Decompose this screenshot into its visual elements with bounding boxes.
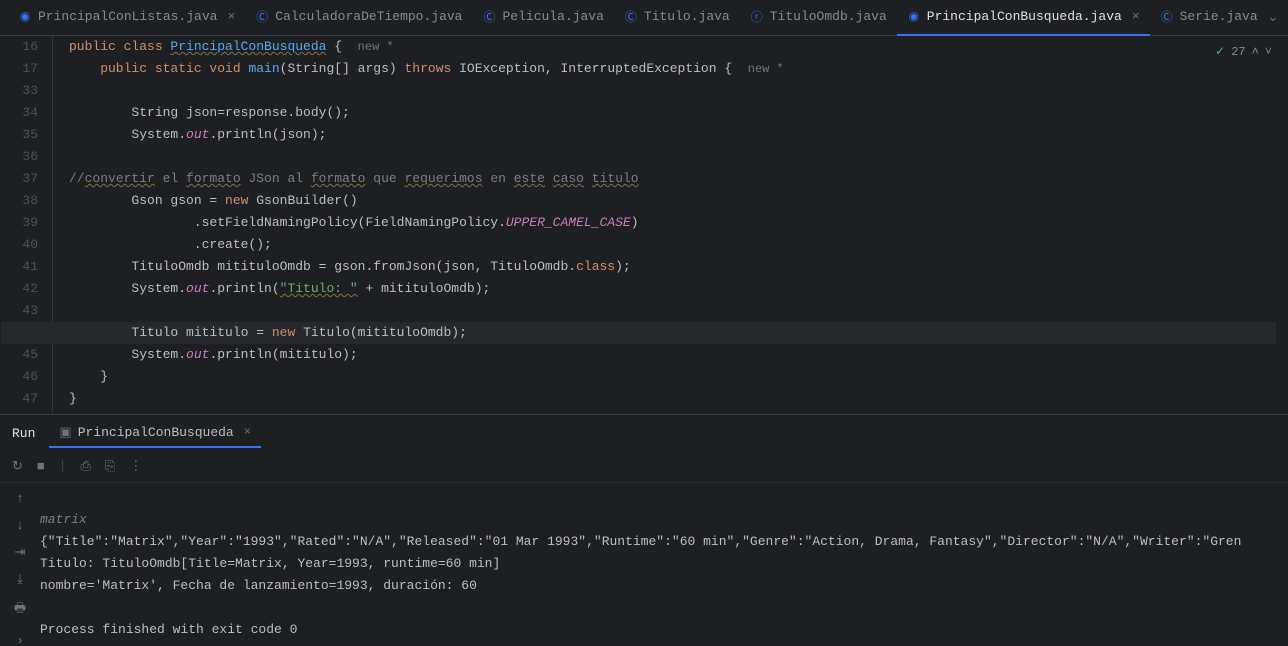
error-stripe[interactable] bbox=[1276, 36, 1288, 414]
run-header: Run ▣ PrincipalConBusqueda × bbox=[0, 415, 1288, 451]
run-config-tab[interactable]: ▣ PrincipalConBusqueda × bbox=[49, 419, 261, 448]
tabs-overflow: ⌄ ⋮ bbox=[1268, 10, 1288, 25]
code-editor[interactable]: ✓ 27 ˄ ˅ 16 17 33 34 35 36 37 38 39 40 4… bbox=[0, 36, 1288, 414]
java-run-icon: ◉ bbox=[18, 9, 32, 24]
close-icon[interactable]: × bbox=[227, 9, 235, 24]
class-icon: Ⓒ bbox=[255, 8, 269, 25]
next-icon[interactable]: ˅ bbox=[1265, 45, 1272, 59]
console-side-toolbar: ↑ ↓ ⇥ ⤓ 🖶 › bbox=[0, 483, 40, 646]
tab-principalconlistas[interactable]: ◉ PrincipalConListas.java × bbox=[8, 0, 245, 36]
rerun-icon[interactable]: ↻ bbox=[12, 459, 23, 474]
tab-titulo[interactable]: Ⓒ Titulo.java bbox=[614, 0, 740, 36]
soft-wrap-icon[interactable]: ⇥ bbox=[15, 545, 26, 560]
down-icon[interactable]: ↓ bbox=[16, 518, 24, 533]
tab-pelicula[interactable]: Ⓒ Pelicula.java bbox=[472, 0, 613, 36]
run-title: Run bbox=[12, 426, 35, 441]
tab-serie[interactable]: Ⓒ Serie.java bbox=[1150, 0, 1268, 36]
chevron-down-icon[interactable]: ⌄ bbox=[1268, 10, 1279, 25]
class-icon: Ⓒ bbox=[624, 8, 638, 25]
console-output[interactable]: matrix {"Title":"Matrix","Year":"1993","… bbox=[40, 483, 1288, 646]
chevron-right-icon[interactable]: › bbox=[16, 633, 24, 646]
tab-label: PrincipalConListas.java bbox=[38, 9, 217, 24]
tab-principalconbusqueda[interactable]: ◉ PrincipalConBusqueda.java × bbox=[897, 0, 1150, 36]
inspection-status[interactable]: ✓ 27 ˄ ˅ bbox=[1211, 42, 1276, 61]
tab-label: TituloOmdb.java bbox=[770, 9, 887, 24]
app-icon: ▣ bbox=[59, 425, 71, 440]
more-icon[interactable]: ⋮ bbox=[129, 459, 142, 474]
class-icon: Ⓒ bbox=[482, 8, 496, 25]
tab-calculadoradetiempo[interactable]: Ⓒ CalculadoraDeTiempo.java bbox=[245, 0, 472, 36]
problems-count: 27 bbox=[1231, 45, 1245, 59]
close-icon[interactable]: × bbox=[1132, 9, 1140, 24]
up-icon[interactable]: ↑ bbox=[16, 491, 24, 506]
java-run-icon: ◉ bbox=[907, 9, 921, 24]
run-config-name: PrincipalConBusqueda bbox=[78, 425, 234, 440]
class-icon: Ⓒ bbox=[1160, 8, 1174, 25]
tab-label: Titulo.java bbox=[644, 9, 730, 24]
editor-tabs: ◉ PrincipalConListas.java × Ⓒ Calculador… bbox=[0, 0, 1288, 36]
code-text[interactable]: public class PrincipalConBusqueda { new … bbox=[52, 36, 1288, 414]
tab-label: Serie.java bbox=[1180, 9, 1258, 24]
prev-icon[interactable]: ˄ bbox=[1252, 45, 1259, 59]
line-gutter: 16 17 33 34 35 36 37 38 39 40 41 42 43 4… bbox=[0, 36, 52, 414]
record-icon: ⓡ bbox=[750, 8, 764, 25]
print-icon[interactable]: 🖶 bbox=[14, 599, 26, 621]
stop-icon[interactable]: ■ bbox=[37, 459, 45, 474]
scroll-end-icon[interactable]: ⤓ bbox=[17, 572, 23, 587]
tab-label: CalculadoraDeTiempo.java bbox=[275, 9, 462, 24]
tab-tituloomdb[interactable]: ⓡ TituloOmdb.java bbox=[740, 0, 897, 36]
close-icon[interactable]: × bbox=[244, 425, 251, 439]
tab-label: PrincipalConBusqueda.java bbox=[927, 9, 1122, 24]
check-icon: ✓ bbox=[1215, 44, 1225, 59]
camera-icon[interactable]: ⎙ bbox=[81, 459, 91, 474]
run-toolbar: ↻ ■ | ⎙ ⎘ ⋮ bbox=[0, 451, 1288, 483]
run-tool-window: Run ▣ PrincipalConBusqueda × ↻ ■ | ⎙ ⎘ ⋮… bbox=[0, 414, 1288, 646]
tab-label: Pelicula.java bbox=[502, 9, 603, 24]
exit-icon[interactable]: ⎘ bbox=[105, 459, 115, 474]
